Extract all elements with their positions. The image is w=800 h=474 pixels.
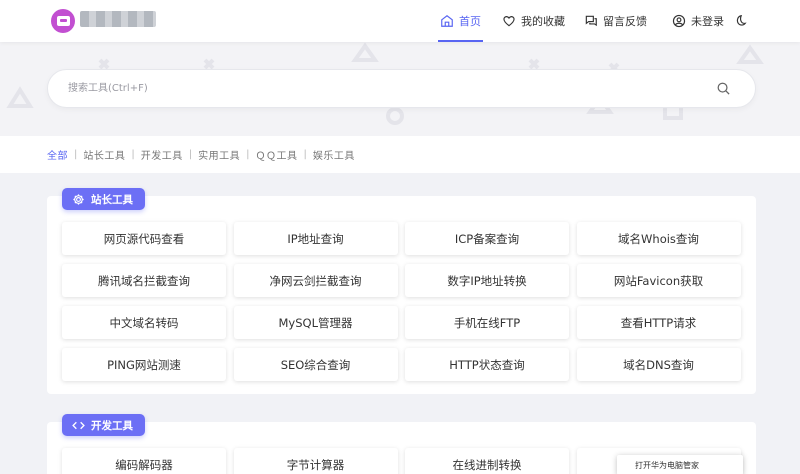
tool-button[interactable]: MySQL管理器 <box>233 306 398 339</box>
heart-icon <box>503 16 515 27</box>
tool-button[interactable]: 在线进制转换 <box>405 448 569 474</box>
user-icon <box>672 14 686 28</box>
popup-text: 打开华为电脑管家 <box>635 460 699 470</box>
search-icon[interactable] <box>716 81 731 96</box>
category-tab-dev[interactable]: 开发工具 <box>141 147 183 162</box>
tool-button[interactable]: 手机在线FTP <box>405 306 569 339</box>
section-webmaster-tools: 站长工具 网页源代码查看 IP地址查询 ICP备案查询 域名Whois查询 腾讯… <box>47 188 756 394</box>
tool-button[interactable]: 域名DNS查询 <box>576 348 741 381</box>
nav-home[interactable]: 首页 <box>438 0 483 42</box>
home-icon <box>441 15 453 27</box>
category-tab-qq[interactable]: ＱＱ工具 <box>256 147 298 162</box>
tab-separator: | <box>303 149 307 160</box>
tool-button[interactable]: ICP备案查询 <box>405 222 569 255</box>
tool-button[interactable]: 域名Whois查询 <box>576 222 741 255</box>
tool-button[interactable]: 网页源代码查看 <box>62 222 226 255</box>
site-name-blurred <box>80 11 156 27</box>
gear-icon <box>73 193 84 205</box>
tool-button[interactable]: 字节计算器 <box>233 448 398 474</box>
tool-button[interactable]: IP地址查询 <box>233 222 398 255</box>
hero-banner <box>0 42 800 136</box>
category-tab-utility[interactable]: 实用工具 <box>198 147 240 162</box>
tool-button[interactable]: PING网站测速 <box>62 348 226 381</box>
tool-button[interactable]: 腾讯域名拦截查询 <box>62 264 226 297</box>
tool-button[interactable]: 数字IP地址转换 <box>405 264 569 297</box>
tool-button[interactable]: HTTP状态查询 <box>405 348 569 381</box>
search-input[interactable] <box>68 70 688 107</box>
tab-separator: | <box>74 149 78 160</box>
nav-favorites-label: 我的收藏 <box>521 15 565 28</box>
section-title: 站长工具 <box>91 193 133 206</box>
category-tab-all[interactable]: 全部 <box>47 147 68 162</box>
top-navigation-bar: 首页 我的收藏 留言反馈 未登录 <box>0 0 800 42</box>
tool-button[interactable]: 查看HTTP请求 <box>576 306 741 339</box>
tool-grid: 网页源代码查看 IP地址查询 ICP备案查询 域名Whois查询 腾讯域名拦截查… <box>62 222 741 381</box>
nav-feedback-label: 留言反馈 <box>603 15 647 28</box>
section-title: 开发工具 <box>91 419 133 432</box>
nav-favorites[interactable]: 我的收藏 <box>502 0 565 42</box>
search-bar[interactable] <box>47 69 756 108</box>
system-tooltip-popup[interactable]: 打开华为电脑管家 <box>617 455 743 474</box>
code-icon <box>72 421 85 429</box>
tool-button[interactable]: 编码解码器 <box>62 448 226 474</box>
category-tab-fun[interactable]: 娱乐工具 <box>313 147 355 162</box>
tool-button[interactable]: 中文域名转码 <box>62 306 226 339</box>
chat-icon <box>585 15 597 27</box>
tab-separator: | <box>131 149 135 160</box>
nav-login-label: 未登录 <box>691 15 724 28</box>
section-title-badge: 开发工具 <box>62 414 145 436</box>
tab-separator: | <box>246 149 250 160</box>
category-tabs: 全部 | 站长工具 | 开发工具 | 实用工具 | ＱＱ工具 | 娱乐工具 <box>0 136 800 173</box>
category-tab-webmaster[interactable]: 站长工具 <box>83 147 125 162</box>
moon-icon[interactable] <box>733 14 747 28</box>
tool-button[interactable]: SEO综合查询 <box>233 348 398 381</box>
tool-button[interactable]: 净网云剑拦截查询 <box>233 264 398 297</box>
logo-icon <box>56 16 70 26</box>
tab-separator: | <box>188 149 193 160</box>
nav-login[interactable]: 未登录 <box>672 0 724 42</box>
nav-home-label: 首页 <box>459 15 481 28</box>
section-title-badge: 站长工具 <box>62 188 145 210</box>
nav-feedback[interactable]: 留言反馈 <box>584 0 647 42</box>
tool-button[interactable]: 网站Favicon获取 <box>576 264 741 297</box>
site-logo[interactable] <box>51 9 75 33</box>
